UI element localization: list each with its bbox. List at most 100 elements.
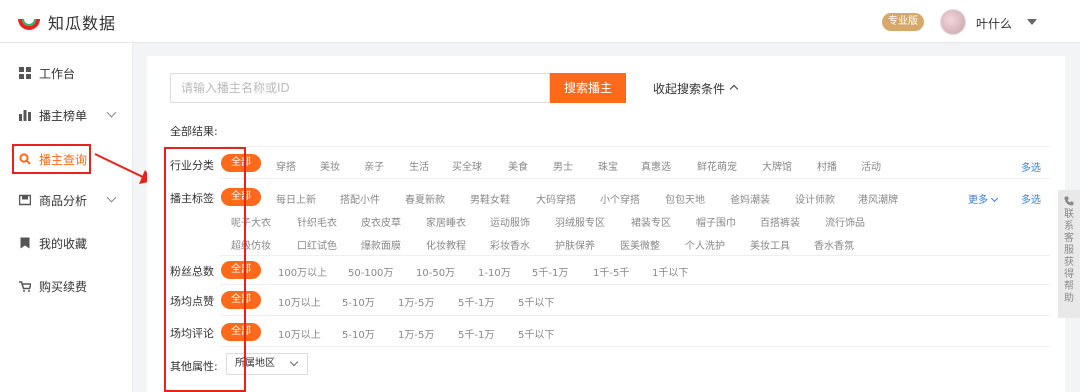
sidebar-item-label: 播主榜单 bbox=[39, 108, 88, 123]
filter-likes-option[interactable]: 5-10万 bbox=[342, 294, 375, 309]
filter-industry-option[interactable]: 活动 bbox=[861, 158, 881, 173]
filter-tag-option[interactable]: 大码穿搭 bbox=[536, 191, 576, 206]
filter-tag-option[interactable]: 医美微整 bbox=[620, 237, 660, 252]
filter-tag-option[interactable]: 彩妆香水 bbox=[490, 237, 530, 252]
sidebar-item-product-analysis[interactable]: 商品分析 bbox=[0, 185, 133, 215]
filter-tag-option[interactable]: 包包天地 bbox=[665, 191, 705, 206]
filter-tag-option[interactable]: 护肤保养 bbox=[555, 237, 595, 252]
filter-tags-more[interactable]: 更多 bbox=[968, 191, 999, 206]
filter-industry-option[interactable]: 美食 bbox=[508, 158, 528, 173]
bookmark-icon bbox=[18, 236, 32, 250]
filter-fans-option[interactable]: 10-50万 bbox=[416, 264, 455, 279]
filter-tag-option[interactable]: 男鞋女鞋 bbox=[470, 191, 510, 206]
chevron-down-icon bbox=[106, 107, 117, 118]
caret-down-icon[interactable] bbox=[1027, 19, 1037, 25]
search-button[interactable]: 搜索播主 bbox=[550, 73, 626, 103]
filter-fans-option[interactable]: 5千-1万 bbox=[532, 264, 568, 279]
filter-industry-option[interactable]: 美妆 bbox=[320, 158, 340, 173]
filter-likes-option[interactable]: 5千-1万 bbox=[458, 294, 494, 309]
filter-tag-option[interactable]: 爸妈潮装 bbox=[730, 191, 770, 206]
filter-tag-option[interactable]: 香水香氛 bbox=[814, 237, 854, 252]
filter-comments-option[interactable]: 1万-5万 bbox=[398, 326, 434, 341]
filter-tag-option[interactable]: 小个穿搭 bbox=[600, 191, 640, 206]
help-tab[interactable]: 联系客服获得帮助 bbox=[1058, 190, 1080, 318]
filter-tags-multi[interactable]: 多选 bbox=[1021, 191, 1041, 206]
filter-comments-option[interactable]: 10万以上 bbox=[278, 326, 321, 341]
divider bbox=[220, 178, 1050, 179]
filter-industry-option[interactable]: 珠宝 bbox=[598, 158, 618, 173]
avatar[interactable] bbox=[940, 9, 966, 35]
filter-likes-option[interactable]: 5千以下 bbox=[518, 294, 554, 309]
filter-industry-option[interactable]: 穿搭 bbox=[276, 158, 296, 173]
filter-industry-option[interactable]: 大牌馆 bbox=[762, 158, 792, 173]
search-panel: 请输入播主名称或ID 搜索播主 收起搜索条件 全部结果: 行业分类 全部 穿搭 … bbox=[147, 56, 1065, 392]
filter-industry-option[interactable]: 生活 bbox=[409, 158, 429, 173]
filter-comments-option[interactable]: 5千-1万 bbox=[458, 326, 494, 341]
filter-tag-option[interactable]: 裙装专区 bbox=[631, 214, 671, 229]
more-label: 更多 bbox=[968, 195, 988, 206]
filter-likes-option[interactable]: 1万-5万 bbox=[398, 294, 434, 309]
filter-tag-option[interactable]: 美妆工具 bbox=[750, 237, 790, 252]
filter-industry-option[interactable]: 真惠选 bbox=[641, 158, 671, 173]
collapse-label: 收起搜索条件 bbox=[653, 82, 726, 96]
sidebar-item-workbench[interactable]: 工作台 bbox=[0, 58, 133, 88]
filter-tag-option[interactable]: 运动服饰 bbox=[490, 214, 530, 229]
filter-industry-option[interactable]: 男士 bbox=[553, 158, 573, 173]
search-input[interactable]: 请输入播主名称或ID bbox=[170, 73, 550, 103]
filter-tag-option[interactable]: 百搭裤装 bbox=[760, 214, 800, 229]
collapse-filters-link[interactable]: 收起搜索条件 bbox=[653, 80, 739, 97]
filter-fans-option[interactable]: 1千-5千 bbox=[593, 264, 629, 279]
filter-likes-option[interactable]: 10万以上 bbox=[278, 294, 321, 309]
filter-industry-option[interactable]: 亲子 bbox=[364, 158, 384, 173]
chevron-down-icon bbox=[106, 192, 117, 203]
filter-fans-option[interactable]: 1-10万 bbox=[478, 264, 511, 279]
filter-tag-option[interactable]: 皮衣皮草 bbox=[361, 214, 401, 229]
filter-tag-option[interactable]: 搭配小件 bbox=[340, 191, 380, 206]
sidebar-item-label: 购买续费 bbox=[39, 279, 88, 294]
sidebar-item-purchase[interactable]: 购买续费 bbox=[0, 271, 133, 301]
filter-fans-option[interactable]: 100万以上 bbox=[278, 264, 327, 279]
cart-icon bbox=[18, 279, 32, 293]
filter-tag-option[interactable]: 化妆教程 bbox=[426, 237, 466, 252]
filter-tag-option[interactable]: 爆款面膜 bbox=[361, 237, 401, 252]
filter-tag-option[interactable]: 羽绒服专区 bbox=[555, 214, 605, 229]
filter-tag-option[interactable]: 每日上新 bbox=[276, 191, 316, 206]
watermelon-logo-icon bbox=[18, 11, 40, 33]
filter-tag-option[interactable]: 帽子围巾 bbox=[696, 214, 736, 229]
pro-badge[interactable]: 专业版 bbox=[882, 13, 924, 31]
chevron-up-icon bbox=[729, 84, 739, 94]
filter-industry-option[interactable]: 村播 bbox=[817, 158, 837, 173]
filter-tag-option[interactable]: 针织毛衣 bbox=[297, 214, 337, 229]
filter-tag-option[interactable]: 设计师款 bbox=[795, 191, 835, 206]
app-name: 知瓜数据 bbox=[48, 14, 117, 33]
sidebar-item-favorites[interactable]: 我的收藏 bbox=[0, 228, 133, 258]
filter-tag-option[interactable]: 个人洗护 bbox=[685, 237, 725, 252]
user-name[interactable]: 叶什么 bbox=[976, 15, 1012, 32]
logo[interactable]: 知瓜数据 bbox=[18, 10, 116, 34]
divider bbox=[220, 346, 1050, 347]
bar-chart-icon bbox=[18, 108, 32, 122]
divider bbox=[220, 284, 1050, 285]
filter-tag-option[interactable]: 口红试色 bbox=[297, 237, 337, 252]
filter-fans-option[interactable]: 1千以下 bbox=[652, 264, 688, 279]
annotation-box-sidebar bbox=[12, 144, 91, 174]
filter-tag-option[interactable]: 港风潮牌 bbox=[858, 191, 898, 206]
sidebar: 工作台 播主榜单 播主查询 商品分析 我的收藏 购买续费 bbox=[0, 43, 133, 392]
divider bbox=[220, 315, 1050, 316]
filter-tag-option[interactable]: 流行饰品 bbox=[825, 214, 865, 229]
sidebar-item-anchor-rankings[interactable]: 播主榜单 bbox=[0, 100, 133, 130]
top-bar: 知瓜数据 专业版 叶什么 bbox=[0, 0, 1080, 43]
filter-comments-option[interactable]: 5千以下 bbox=[518, 326, 554, 341]
chevron-down-icon bbox=[289, 357, 299, 367]
filter-tag-option[interactable]: 春夏新款 bbox=[405, 191, 445, 206]
filter-industry-option[interactable]: 买全球 bbox=[452, 158, 482, 173]
filter-tag-option[interactable]: 家居睡衣 bbox=[426, 214, 466, 229]
filter-industry-option[interactable]: 鲜花萌宠 bbox=[697, 158, 737, 173]
grid-icon bbox=[18, 66, 32, 80]
sidebar-item-label: 我的收藏 bbox=[39, 236, 88, 251]
help-tab-label: 联系客服获得帮助 bbox=[1064, 209, 1074, 304]
chevron-down-icon bbox=[990, 194, 999, 203]
filter-fans-option[interactable]: 50-100万 bbox=[348, 264, 393, 279]
filter-industry-multi[interactable]: 多选 bbox=[1021, 159, 1041, 174]
filter-comments-option[interactable]: 5-10万 bbox=[342, 326, 375, 341]
